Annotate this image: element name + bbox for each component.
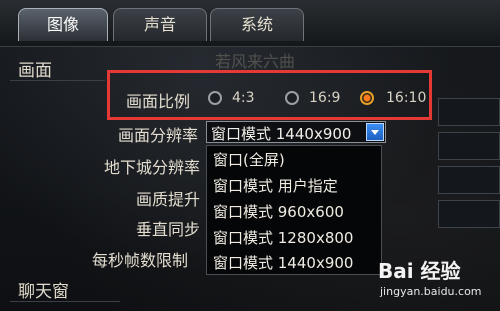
divider [10, 80, 105, 81]
resolution-label: 画面分辨率 [117, 126, 198, 145]
fps-limit-label: 每秒帧数限制 [91, 251, 188, 270]
watermark-logo: Bai 经验 [378, 259, 461, 283]
vsync-label: 垂直同步 [135, 220, 200, 239]
divider [10, 301, 120, 302]
chevron-down-icon[interactable] [366, 123, 384, 141]
settings-panel: 图像 声音 系统 若风来六曲 画面 画面比例 4:3 16:9 16:10 画面… [0, 0, 500, 311]
watermark-url: jingyan.baidu.com [380, 285, 482, 298]
tab-sound[interactable]: 声音 [113, 8, 207, 41]
resolution-option[interactable]: 窗口模式 用户指定 [213, 175, 338, 196]
highlight-box [107, 70, 432, 120]
tab-graphics[interactable]: 图像 [18, 8, 108, 41]
background-text: 若风来六曲 [215, 52, 296, 71]
quality-boost-label: 画质提升 [135, 190, 200, 209]
resolution-option[interactable]: 窗口模式 1440x900 [213, 252, 353, 273]
side-slot [438, 166, 500, 194]
resolution-option[interactable]: 窗口模式 1280x800 [213, 227, 353, 248]
tab-bar: 图像 声音 系统 [0, 0, 500, 47]
section-display: 画面 [18, 61, 52, 81]
resolution-option[interactable]: 窗口模式 960x600 [213, 201, 344, 222]
watermark: Bai 经验 jingyan.baidu.com [378, 255, 496, 307]
resolution-option[interactable]: 窗口(全屏) [213, 149, 285, 170]
side-slot [438, 98, 500, 126]
section-chat: 聊天窗 [18, 282, 69, 302]
resolution-select[interactable]: 窗口模式 1440x900 [206, 121, 386, 143]
resolution-value: 窗口模式 1440x900 [211, 125, 352, 143]
side-slot [438, 132, 500, 160]
dungeon-resolution-label: 地下城分辨率 [103, 158, 200, 177]
resolution-dropdown: 窗口(全屏) 窗口模式 用户指定 窗口模式 960x600 窗口模式 1280x… [206, 145, 382, 275]
side-slot [438, 200, 500, 228]
tab-system[interactable]: 系统 [210, 8, 304, 41]
